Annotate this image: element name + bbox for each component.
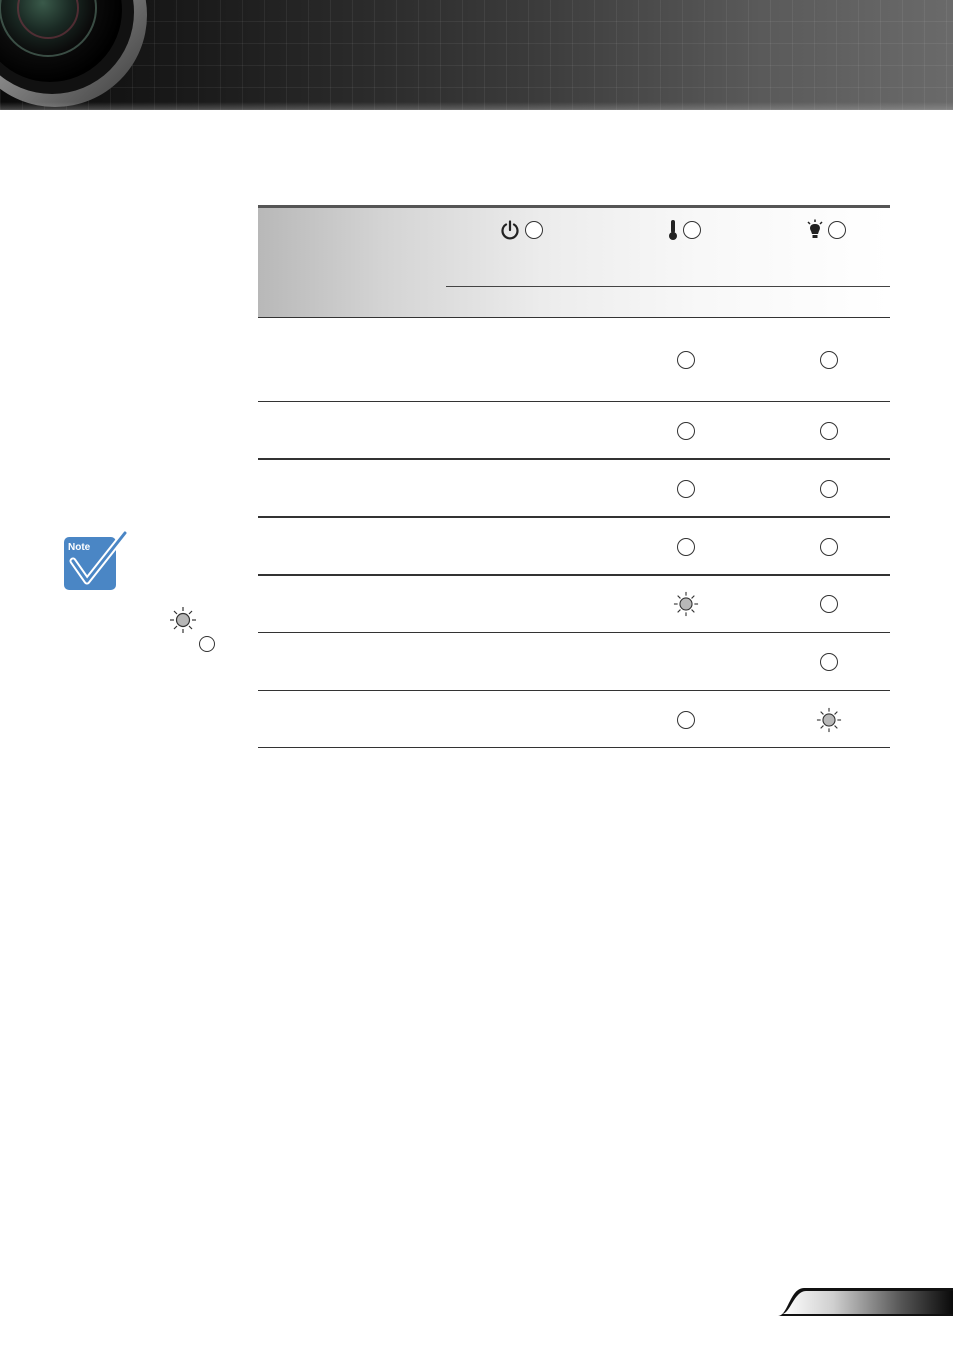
led-indicator-icon	[828, 221, 846, 239]
lamp-led-off-icon	[819, 537, 839, 557]
lamp-led-off-icon	[819, 421, 839, 441]
row-divider	[258, 747, 890, 748]
power-icon	[501, 220, 519, 240]
temp-led-off-icon	[676, 350, 696, 370]
row-divider	[258, 516, 890, 518]
lamp-led-column-header	[806, 218, 846, 242]
row-divider	[258, 690, 890, 691]
lamp-led-off-icon	[819, 594, 839, 614]
lamp-led-off-icon	[819, 479, 839, 499]
lamp-led-off-icon	[819, 350, 839, 370]
note-badge: Note	[64, 531, 127, 590]
led-indicator-icon	[683, 221, 701, 239]
temp-led-off-icon	[676, 537, 696, 557]
row-divider	[258, 401, 890, 402]
led-indicator-icon	[525, 221, 543, 239]
footer-page-tab	[770, 1288, 953, 1316]
power-led-column-header	[499, 218, 543, 242]
led-off-icon	[199, 636, 215, 652]
temp-led-off-icon	[676, 479, 696, 499]
projector-lens-image	[0, 0, 147, 107]
header-banner	[0, 0, 953, 110]
lamp-icon	[807, 219, 823, 238]
temp-led-off-icon	[676, 421, 696, 441]
temp-led-off-icon	[676, 710, 696, 730]
temp-led-blinking-icon	[673, 591, 699, 617]
led-blinking-icon	[170, 607, 196, 633]
row-divider	[258, 574, 890, 576]
thermometer-icon	[669, 220, 677, 240]
row-divider	[258, 632, 890, 633]
temp-led-column-header	[667, 218, 701, 242]
note-badge-label: Note	[68, 542, 91, 553]
table-header	[258, 208, 890, 318]
lamp-led-off-icon	[819, 652, 839, 672]
row-divider	[258, 458, 890, 460]
lamp-led-blinking-icon	[816, 707, 842, 733]
row-divider	[258, 317, 890, 318]
table-header-divider	[446, 286, 890, 287]
